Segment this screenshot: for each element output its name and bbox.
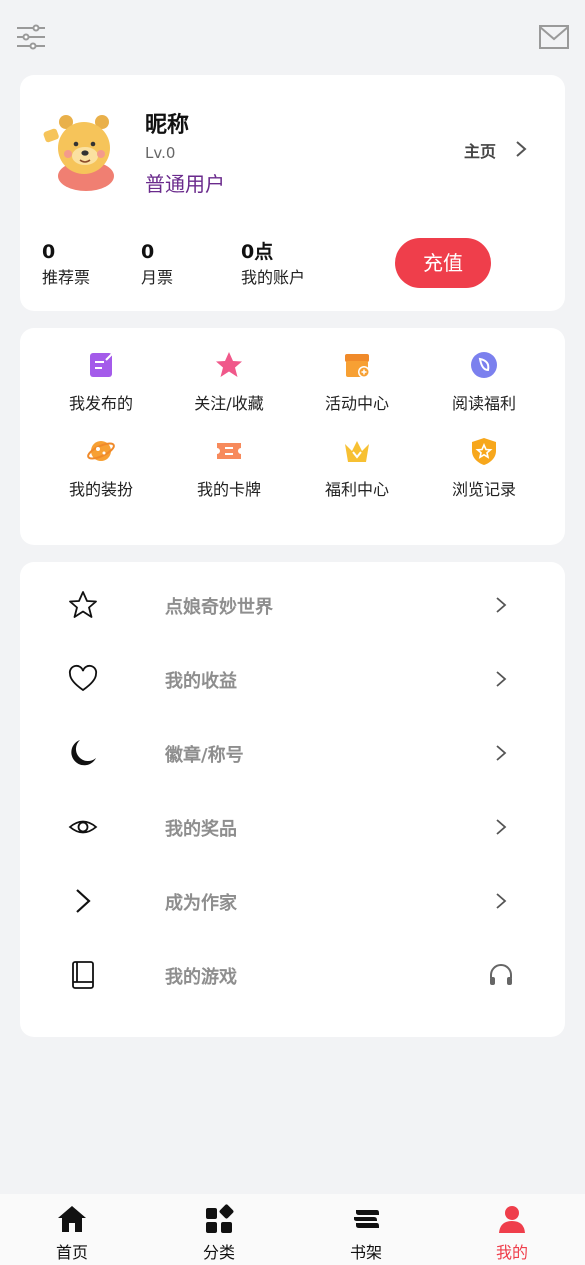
category-icon bbox=[206, 1204, 234, 1233]
bookshelf-icon bbox=[354, 1210, 379, 1228]
planet-icon bbox=[87, 441, 115, 461]
grid-item-browse-history[interactable]: 浏览记录 bbox=[419, 436, 549, 506]
feature-grid: 我发布的 关注/收藏 活动中心 阅读福利 我的装扮 我的卡牌 福利中心 浏览记录 bbox=[20, 328, 565, 545]
tab-category[interactable]: 分类 bbox=[169, 1194, 269, 1265]
recharge-button[interactable]: 充值 bbox=[395, 238, 491, 288]
grid-item-follow-favorites[interactable]: 关注/收藏 bbox=[164, 350, 294, 420]
grid-item-reading-welfare[interactable]: 阅读福利 bbox=[419, 350, 549, 420]
top-bar bbox=[0, 0, 585, 75]
monthly-ticket-stat[interactable]: 0 月票 bbox=[141, 239, 173, 291]
home-icon bbox=[58, 1206, 86, 1232]
leaf-icon bbox=[471, 352, 497, 378]
chevron-right-icon bbox=[496, 819, 507, 835]
chevron-right-icon bbox=[496, 893, 507, 909]
menu-item-wonder-world[interactable]: 点娘奇妙世界 bbox=[20, 566, 565, 640]
account-stat[interactable]: 0点 我的账户 bbox=[241, 239, 305, 291]
grid-item-my-posts[interactable]: 我发布的 bbox=[36, 350, 166, 420]
user-icon bbox=[499, 1206, 525, 1233]
tab-bookshelf[interactable]: 书架 bbox=[316, 1194, 416, 1265]
eye-icon bbox=[68, 820, 98, 834]
menu-item-my-games[interactable]: 我的游戏 bbox=[20, 936, 565, 1010]
mail-icon[interactable] bbox=[539, 25, 569, 49]
bottom-tab-bar: 首页 分类 书架 我的 bbox=[0, 1194, 585, 1265]
star-outline-icon bbox=[69, 591, 97, 618]
tab-mine[interactable]: 我的 bbox=[462, 1194, 562, 1265]
menu-item-my-earnings[interactable]: 我的收益 bbox=[20, 640, 565, 714]
chevron-right-icon bbox=[76, 889, 91, 913]
grid-item-my-outfits[interactable]: 我的装扮 bbox=[36, 436, 166, 506]
edit-note-icon bbox=[90, 353, 113, 377]
nickname: 昵称 bbox=[145, 113, 190, 138]
menu-list: 点娘奇妙世界 我的收益 徽章/称号 我的奖品 成为作家 我的游戏 bbox=[20, 562, 565, 1037]
chevron-right-icon bbox=[496, 597, 507, 613]
menu-item-my-prizes[interactable]: 我的奖品 bbox=[20, 788, 565, 862]
grid-item-my-cards[interactable]: 我的卡牌 bbox=[164, 436, 294, 506]
profile-card: 昵称 Lv.0 普通用户 主页 0 推荐票 0 月票 0点 我的账户 充值 bbox=[20, 75, 565, 311]
chevron-right-icon[interactable] bbox=[514, 139, 528, 159]
recommend-ticket-stat[interactable]: 0 推荐票 bbox=[42, 239, 90, 291]
grid-item-welfare-center[interactable]: 福利中心 bbox=[292, 436, 422, 506]
user-level: Lv.0 bbox=[145, 144, 176, 162]
sliders-icon[interactable] bbox=[16, 24, 46, 50]
menu-item-badges-titles[interactable]: 徽章/称号 bbox=[20, 714, 565, 788]
user-type: 普通用户 bbox=[145, 172, 225, 196]
menu-item-become-writer[interactable]: 成为作家 bbox=[20, 862, 565, 936]
headphones-icon[interactable] bbox=[488, 962, 514, 988]
heart-outline-icon bbox=[68, 664, 98, 692]
crown-icon bbox=[345, 441, 369, 462]
ticket-icon bbox=[217, 443, 241, 459]
grid-item-activity-center[interactable]: 活动中心 bbox=[292, 350, 422, 420]
homepage-link[interactable]: 主页 bbox=[464, 138, 496, 162]
chevron-right-icon bbox=[496, 671, 507, 687]
shop-icon bbox=[345, 354, 370, 378]
avatar[interactable] bbox=[40, 110, 126, 194]
star-icon bbox=[216, 352, 242, 377]
moon-icon bbox=[71, 740, 96, 766]
book-icon bbox=[72, 961, 94, 989]
tab-home[interactable]: 首页 bbox=[22, 1194, 122, 1265]
shield-star-icon bbox=[472, 438, 496, 465]
chevron-right-icon bbox=[496, 745, 507, 761]
